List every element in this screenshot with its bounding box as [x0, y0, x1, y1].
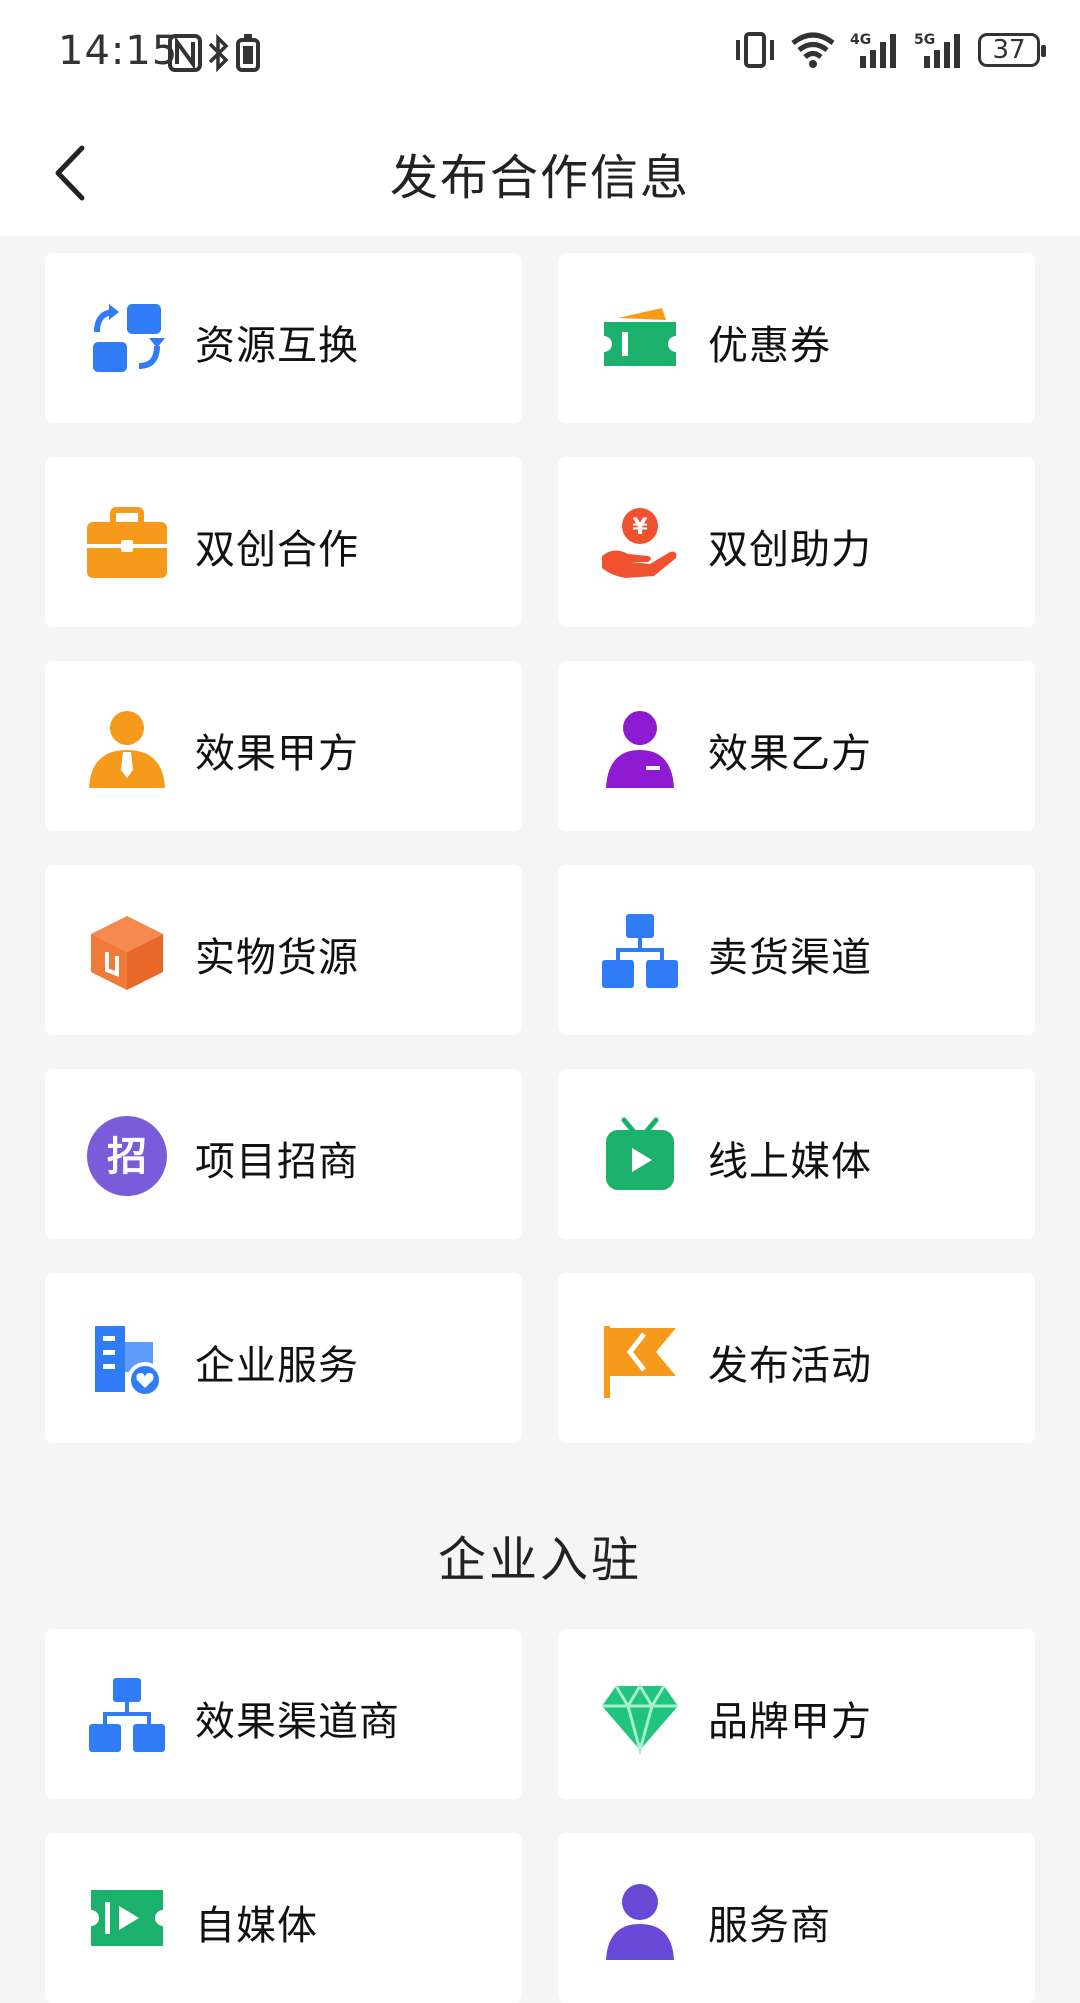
publish-card-label: 发布活动: [708, 1343, 872, 1389]
publish-card-online-media[interactable]: 线上媒体: [558, 1069, 1035, 1239]
publish-card-label: 线上媒体: [708, 1139, 872, 1185]
join-card-label: 效果渠道商: [195, 1699, 400, 1745]
exchange-icon: [87, 300, 167, 380]
status-right-icons: 4G 5G 37: [734, 30, 1046, 70]
publish-card-party-a[interactable]: 效果甲方: [45, 661, 522, 831]
section-title: 企业入驻: [437, 1532, 642, 1588]
signal-4g-icon: 4G: [850, 32, 896, 68]
coupon-icon: [600, 300, 680, 380]
publish-card-innovation-cooperation[interactable]: 双创合作: [45, 457, 522, 627]
signal-5g-icon: 5G: [914, 32, 960, 68]
zhao-badge-icon: 招: [87, 1116, 167, 1196]
join-card-label: 品牌甲方: [708, 1699, 872, 1745]
publish-card-enterprise-service[interactable]: 企业服务: [45, 1273, 522, 1443]
publish-card-label: 效果乙方: [708, 731, 872, 777]
person-badge-icon: [600, 708, 680, 788]
diamond-icon: [600, 1676, 680, 1756]
join-card-brand[interactable]: 品牌甲方: [558, 1629, 1035, 1799]
vibrate-icon: [736, 32, 774, 68]
channel-tree-icon: [87, 1676, 167, 1756]
publish-card-activity[interactable]: 发布活动: [558, 1273, 1035, 1443]
publish-card-coupon[interactable]: 优惠券: [558, 253, 1035, 423]
publish-card-label: 双创合作: [195, 527, 359, 573]
briefcase-icon: [87, 504, 167, 584]
status-left-icons: [168, 32, 268, 78]
money-hand-icon: ¥: [600, 504, 680, 584]
publish-card-label: 项目招商: [195, 1139, 359, 1185]
publish-card-sales-channel[interactable]: 卖货渠道: [558, 865, 1035, 1035]
status-bar: 14:15 4G 5G 37: [0, 0, 1080, 108]
svg-text:¥: ¥: [632, 515, 648, 540]
svg-text:招: 招: [107, 1134, 147, 1180]
publish-card-label: 卖货渠道: [708, 935, 872, 981]
svg-text:5G: 5G: [914, 32, 935, 48]
service-person-icon: [600, 1880, 680, 1960]
publish-card-label: 实物货源: [195, 935, 359, 981]
publish-card-physical-goods[interactable]: 实物货源: [45, 865, 522, 1035]
tv-play-icon: [600, 1116, 680, 1196]
wifi-icon: [791, 32, 835, 68]
publish-card-party-b[interactable]: 效果乙方: [558, 661, 1035, 831]
publish-card-investment[interactable]: 招 项目招商: [45, 1069, 522, 1239]
publish-card-label: 优惠券: [708, 323, 831, 369]
publish-card-resource-exchange[interactable]: 资源互换: [45, 253, 522, 423]
publish-card-label: 企业服务: [195, 1343, 359, 1389]
person-tie-icon: [87, 708, 167, 788]
join-card-label: 自媒体: [195, 1903, 318, 1949]
page-title: 发布合作信息: [389, 150, 690, 206]
status-time: 14:15: [58, 28, 179, 74]
join-card-label: 服务商: [708, 1903, 831, 1949]
channel-tree-icon: [600, 912, 680, 992]
publish-card-label: 资源互换: [195, 323, 359, 369]
publish-card-label: 双创助力: [708, 527, 872, 573]
building-heart-icon: [87, 1320, 167, 1400]
publish-card-innovation-support[interactable]: ¥ 双创助力: [558, 457, 1035, 627]
publish-grid: 资源互换 优惠券 双创合作 ¥ 双创助力 效果甲方 效果乙方 实物货源 卖货渠道…: [45, 253, 1035, 1443]
join-card-channel-partner[interactable]: 效果渠道商: [45, 1629, 522, 1799]
flag-icon: [600, 1320, 680, 1400]
nav-bar: 发布合作信息: [0, 108, 1080, 236]
battery-indicator: 37: [978, 33, 1046, 67]
media-ticket-icon: [87, 1880, 167, 1960]
svg-text:4G: 4G: [850, 32, 871, 48]
join-grid: 效果渠道商 品牌甲方 自媒体 服务商: [45, 1629, 1035, 2003]
join-card-self-media[interactable]: 自媒体: [45, 1833, 522, 2003]
box-icon: [87, 912, 167, 992]
join-card-service-provider[interactable]: 服务商: [558, 1833, 1035, 2003]
publish-card-label: 效果甲方: [195, 731, 359, 777]
